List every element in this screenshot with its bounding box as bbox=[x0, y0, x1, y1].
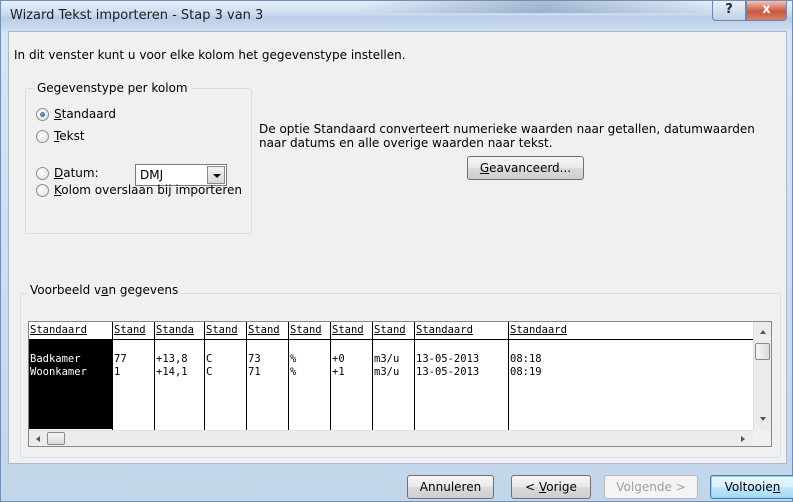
table-cell: 13-05-2013 bbox=[416, 366, 480, 378]
table-cell: +14,1 bbox=[156, 366, 188, 378]
preview-column-8[interactable]: Stand m3/u m3/u bbox=[373, 322, 415, 430]
wizard-window: Wizard Tekst importeren - Stap 3 van 3 ?… bbox=[0, 0, 793, 502]
radio-tekst-icon[interactable] bbox=[36, 130, 49, 143]
dialog-body: In dit venster kunt u voor elke kolom he… bbox=[8, 31, 793, 499]
table-cell: m3/u bbox=[374, 353, 400, 365]
preview-column-1[interactable]: Standaard Badkamer Woonkamer bbox=[29, 322, 113, 430]
column-spacer bbox=[373, 340, 414, 353]
window-title: Wizard Tekst importeren - Stap 3 van 3 bbox=[10, 8, 264, 23]
preview-column-4[interactable]: Stand C C bbox=[205, 322, 247, 430]
column-header[interactable]: Stand bbox=[331, 322, 372, 340]
preview-column-10[interactable]: Standaard 08:18 08:19 bbox=[509, 322, 753, 430]
radio-standaard-label: Standaard bbox=[54, 107, 116, 121]
radio-tekst-label: Tekst bbox=[54, 129, 85, 143]
next-button[interactable]: Volgende > bbox=[604, 475, 698, 499]
table-cell: % bbox=[290, 353, 297, 365]
column-spacer bbox=[331, 340, 372, 353]
intro-text: In dit venster kunt u voor elke kolom he… bbox=[14, 48, 406, 62]
date-format-value: DMJ bbox=[140, 168, 164, 182]
scroll-left-icon[interactable] bbox=[36, 436, 40, 442]
column-spacer bbox=[415, 340, 508, 353]
table-cell: 13-05-2013 bbox=[416, 353, 480, 365]
column-spacer bbox=[509, 340, 753, 353]
preview-group-label: Voorbeeld van gegevens bbox=[27, 283, 182, 297]
column-spacer bbox=[155, 340, 204, 353]
cancel-button[interactable]: Annuleren bbox=[407, 475, 494, 499]
column-header[interactable]: Standaard bbox=[29, 322, 112, 340]
title-bar-glow bbox=[361, 1, 721, 13]
table-cell: 08:18 bbox=[510, 353, 542, 365]
table-cell: 77 bbox=[114, 353, 127, 365]
table-cell: 73 bbox=[248, 353, 261, 365]
table-cell: m3/u bbox=[374, 366, 400, 378]
table-cell: 71 bbox=[248, 366, 261, 378]
type-description: De optie Standaard converteert numerieke… bbox=[259, 122, 755, 150]
close-button[interactable]: x bbox=[746, 1, 787, 21]
advanced-button[interactable]: Geavanceerd... bbox=[467, 156, 584, 180]
preview-column-2[interactable]: Stand 77 1 bbox=[113, 322, 155, 430]
finish-button[interactable]: Voltooien bbox=[710, 475, 793, 499]
table-cell: C bbox=[206, 353, 213, 365]
radio-datum-icon[interactable] bbox=[36, 167, 49, 180]
column-body: Badkamer Woonkamer bbox=[29, 340, 112, 429]
table-cell: C bbox=[206, 366, 213, 378]
column-header[interactable]: Standa bbox=[155, 322, 204, 340]
column-header[interactable]: Stand bbox=[113, 322, 154, 340]
scroll-up-icon[interactable] bbox=[760, 330, 766, 334]
data-preview-grid[interactable]: Standaard Badkamer Woonkamer Stand 77 1 … bbox=[28, 321, 772, 447]
vertical-scrollbar[interactable] bbox=[753, 322, 771, 430]
help-button[interactable]: ? bbox=[712, 1, 746, 21]
column-spacer bbox=[205, 340, 246, 353]
chevron-down-icon[interactable] bbox=[207, 166, 225, 184]
radio-datum-label: Datum: bbox=[54, 166, 99, 180]
radio-kolom-overslaan-label: Kolom overslaan bij importeren bbox=[54, 183, 243, 197]
preview-column-5[interactable]: Stand 73 71 bbox=[247, 322, 289, 430]
scroll-down-icon[interactable] bbox=[760, 417, 766, 421]
table-cell: 1 bbox=[114, 366, 121, 378]
preview-column-9[interactable]: Standaard 13-05-2013 13-05-2013 bbox=[415, 322, 509, 430]
preview-column-6[interactable]: Stand % % bbox=[289, 322, 331, 430]
radio-kolom-overslaan-icon[interactable] bbox=[36, 184, 49, 197]
table-cell: Badkamer bbox=[29, 353, 112, 366]
column-spacer bbox=[29, 340, 112, 353]
column-spacer bbox=[113, 340, 154, 353]
radio-standaard-icon[interactable] bbox=[36, 108, 49, 121]
column-spacer bbox=[247, 340, 288, 353]
title-bar: Wizard Tekst importeren - Stap 3 van 3 ?… bbox=[1, 1, 792, 31]
previous-button[interactable]: < Vorige bbox=[511, 475, 591, 499]
table-cell: % bbox=[290, 366, 297, 378]
scroll-right-icon[interactable] bbox=[741, 436, 745, 442]
scrollbar-corner bbox=[753, 430, 771, 446]
horizontal-scrollbar[interactable] bbox=[29, 430, 753, 446]
column-header[interactable]: Stand bbox=[373, 322, 414, 340]
table-cell: Woonkamer bbox=[29, 366, 112, 379]
column-header[interactable]: Stand bbox=[247, 322, 288, 340]
table-cell: +13,8 bbox=[156, 353, 188, 365]
data-preview-columns: Standaard Badkamer Woonkamer Stand 77 1 … bbox=[29, 322, 753, 430]
column-spacer bbox=[289, 340, 330, 353]
table-cell: 08:19 bbox=[510, 366, 542, 378]
column-header[interactable]: Standaard bbox=[509, 322, 753, 340]
column-header[interactable]: Standaard bbox=[415, 322, 508, 340]
preview-column-3[interactable]: Standa +13,8 +14,1 bbox=[155, 322, 205, 430]
horizontal-scroll-thumb[interactable] bbox=[47, 432, 65, 445]
column-header[interactable]: Stand bbox=[205, 322, 246, 340]
vertical-scroll-thumb[interactable] bbox=[755, 343, 770, 360]
column-type-group-label: Gegevenstype per kolom bbox=[34, 81, 191, 95]
table-cell: +1 bbox=[332, 366, 345, 378]
table-cell: +0 bbox=[332, 353, 345, 365]
column-header[interactable]: Stand bbox=[289, 322, 330, 340]
preview-column-7[interactable]: Stand +0 +1 bbox=[331, 322, 373, 430]
